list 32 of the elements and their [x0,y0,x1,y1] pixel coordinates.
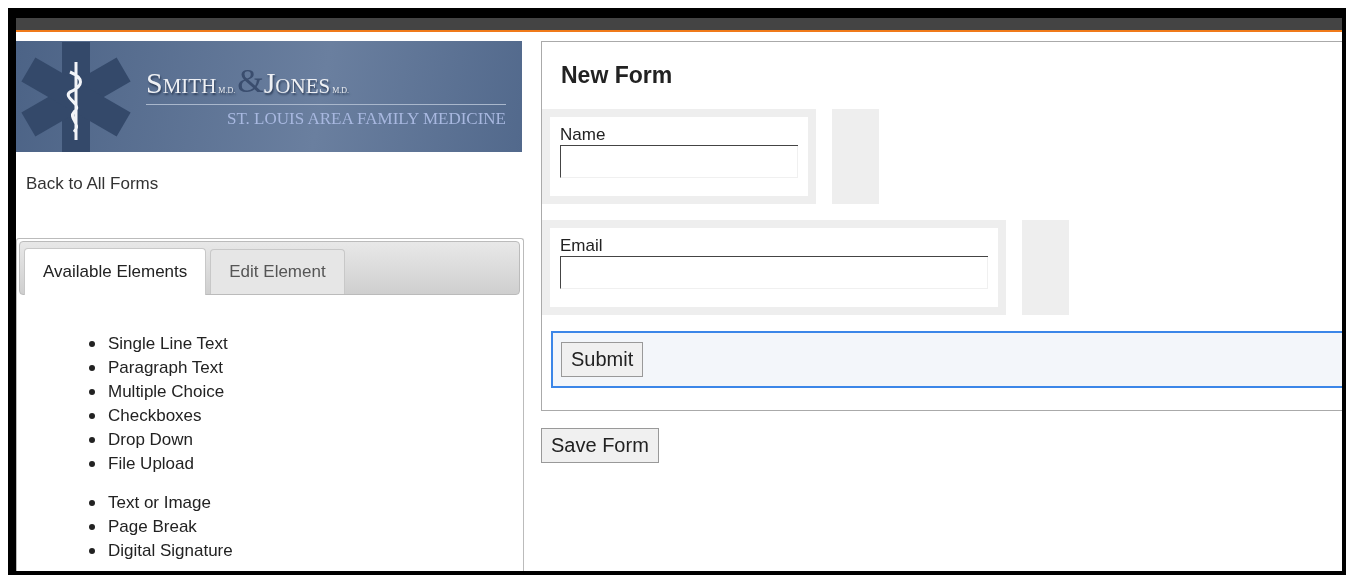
element-item[interactable]: Checkboxes [108,406,202,426]
element-item[interactable]: Text or Image [108,493,211,513]
element-item[interactable]: Digital Signature [108,541,233,561]
element-item[interactable]: Multiple Choice [108,382,225,402]
form-title: New Form [560,61,674,90]
logo-name: Smith [146,68,217,98]
bullet-icon [89,500,95,506]
save-form-button[interactable]: Save Form [541,428,659,463]
element-item[interactable]: Paragraph Text [108,358,223,378]
logo-degree: M.D. [332,86,350,95]
element-item[interactable]: File Upload [108,454,194,474]
input-field[interactable] [560,257,988,289]
bullet-icon [89,524,95,530]
input-field[interactable] [560,146,798,178]
logo-ampersand: & [237,64,264,98]
bullet-icon [89,341,95,347]
bullet-icon [89,461,95,467]
logo-tagline: ST. LOUIS AREA FAMILY MEDICINE [226,109,506,129]
logo-degree: M.D. [218,86,236,95]
bullet-icon [89,389,95,395]
logo-name: Jones [263,68,331,98]
element-item[interactable]: Single Line Text [108,334,228,354]
bullet-icon [89,548,95,554]
submit-button[interactable]: Submit [561,342,644,377]
element-item[interactable]: Page Break [108,517,197,537]
tab[interactable]: Edit Element [210,249,345,294]
bullet-icon [89,365,95,371]
bullet-icon [89,437,95,443]
back-link[interactable]: Back to All Forms [16,174,524,194]
bullet-icon [89,413,95,419]
element-item[interactable]: Drop Down [108,430,194,450]
tab[interactable]: Available Elements [24,248,207,295]
